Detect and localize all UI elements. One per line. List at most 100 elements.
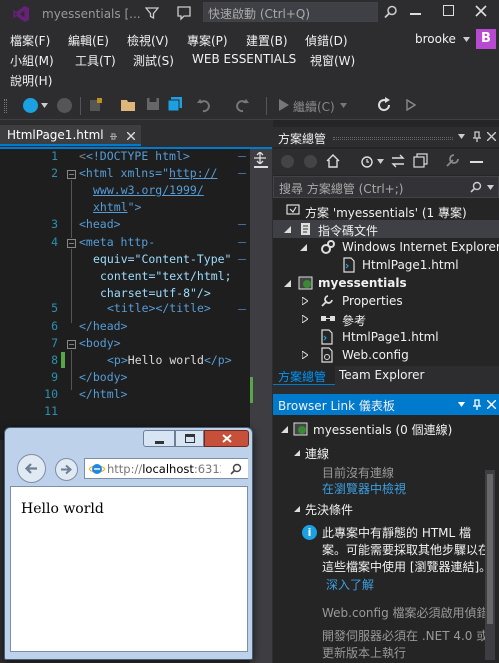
collapse-body-icon[interactable]: − (67, 340, 76, 349)
menu-file[interactable]: 檔案(F) (10, 32, 50, 49)
close-icon[interactable] (487, 132, 496, 141)
menu-window[interactable]: 視窗(W) (310, 52, 355, 69)
continue-dropdown-icon[interactable] (340, 103, 347, 108)
collapsed-arrow-icon[interactable] (302, 297, 308, 305)
panel-dropdown-icon[interactable] (458, 402, 465, 407)
forward-icon[interactable] (304, 155, 317, 168)
new-project-icon[interactable] (88, 97, 104, 113)
close-icon[interactable] (487, 400, 496, 409)
refresh-icon[interactable] (376, 97, 392, 113)
expanded-arrow-icon[interactable] (284, 280, 291, 287)
menu-project[interactable]: 專案(P) (187, 32, 228, 49)
forward-icon[interactable] (57, 98, 72, 113)
pending-changes-icon[interactable] (359, 153, 375, 169)
feedback-icon[interactable] (176, 5, 192, 21)
learn-more-link[interactable]: 深入了解 (326, 576, 374, 593)
search-icon[interactable] (230, 463, 242, 475)
editor-scrollbar[interactable] (250, 149, 272, 663)
home-icon[interactable] (325, 153, 341, 169)
sync-icon[interactable] (390, 153, 406, 169)
preview-icon[interactable] (470, 161, 483, 163)
pin-icon[interactable] (472, 399, 482, 411)
expanded-arrow-icon[interactable] (294, 506, 300, 512)
tree-item-project[interactable]: myessentials (273, 274, 499, 292)
tree-item-webconfig[interactable]: Web.config (273, 346, 499, 364)
browser-link-project[interactable]: myessentials (0 個連線) (273, 420, 499, 438)
properties-icon[interactable] (445, 153, 460, 168)
tab-team-explorer[interactable]: Team Explorer (335, 366, 499, 385)
tree-item-htmlpage-child[interactable]: HtmlPage1.html (273, 256, 499, 274)
expanded-arrow-icon[interactable] (281, 426, 288, 433)
browser-address-bar[interactable]: http://localhost:6312 (84, 458, 248, 479)
menu-edit[interactable]: 編輯(E) (68, 32, 109, 49)
collapse-html-icon[interactable]: − (67, 170, 76, 179)
save-all-icon[interactable] (167, 96, 183, 112)
tree-item-properties[interactable]: Properties (273, 292, 499, 310)
search-icon[interactable] (384, 5, 398, 19)
pending-dropdown-icon[interactable] (377, 159, 384, 164)
solution-search-input[interactable]: 搜尋 方案總管 (Ctrl+;) (273, 176, 499, 198)
expanded-arrow-icon[interactable] (284, 226, 291, 233)
collapsed-arrow-icon[interactable] (302, 351, 308, 359)
minimize-button[interactable] (410, 13, 421, 15)
collapsed-arrow-icon[interactable] (302, 315, 308, 323)
split-icon[interactable] (254, 152, 266, 164)
continue-button[interactable]: 繼續(C) (293, 98, 335, 115)
browser-forward-button[interactable] (55, 458, 78, 481)
play-icon[interactable] (278, 98, 290, 112)
menu-bar: 檔案(F) 編輯(E) 檢視(V) 專案(P) 建置(B) 偵錯(D) broo… (0, 28, 499, 92)
open-folder-icon[interactable] (120, 97, 138, 113)
browser-minimize-button[interactable] (143, 430, 175, 447)
browser-link-scrollbar[interactable] (485, 470, 495, 660)
back-icon[interactable] (23, 98, 38, 113)
section-prerequisites[interactable]: 先決條件 (273, 500, 499, 518)
menu-tools[interactable]: 工具(T) (75, 52, 116, 69)
browser-close-button[interactable] (204, 430, 249, 447)
menu-view[interactable]: 檢視(V) (127, 32, 169, 49)
collapse-head-icon[interactable]: − (67, 239, 76, 248)
tree-item-solution[interactable]: 方案 'myessentials' (1 專案) (273, 202, 499, 220)
filter-icon[interactable] (145, 6, 159, 20)
pin-icon[interactable] (109, 132, 118, 141)
undo-icon[interactable] (197, 97, 213, 113)
step-icon[interactable] (406, 99, 416, 111)
close-icon[interactable] (475, 5, 487, 17)
panel-dropdown-icon[interactable] (458, 134, 465, 139)
menu-build[interactable]: 建置(B) (246, 32, 288, 49)
tree-item-scripts[interactable]: 指令碼文件 (273, 220, 499, 238)
tab-close-icon[interactable] (127, 132, 135, 140)
browser-content[interactable]: Hello world (10, 486, 248, 652)
tree-item-references[interactable]: 參考 (273, 310, 499, 328)
back-dropdown-icon[interactable] (41, 103, 48, 108)
splitter-bar[interactable] (254, 166, 268, 168)
browser-back-button[interactable] (17, 454, 46, 483)
search-icon[interactable] (470, 181, 482, 193)
back-icon[interactable] (281, 155, 294, 168)
user-name[interactable]: brooke (415, 32, 456, 46)
pin-icon[interactable] (472, 131, 482, 143)
tree-item-ie[interactable]: Windows Internet Explorer (273, 238, 499, 256)
save-icon[interactable] (146, 97, 160, 111)
view-in-browser-link[interactable]: 在瀏覽器中檢視 (322, 480, 406, 497)
browser-maximize-button[interactable] (175, 430, 204, 447)
collapse-all-icon[interactable] (413, 153, 429, 169)
restore-button[interactable] (443, 5, 454, 16)
tree-item-htmlpage[interactable]: HtmlPage1.html (273, 328, 499, 346)
expanded-arrow-icon[interactable] (294, 450, 300, 456)
menu-test[interactable]: 測試(S) (133, 52, 174, 69)
menu-web-essentials[interactable]: WEB ESSENTIALS (192, 52, 296, 66)
search-dropdown-icon[interactable] (487, 185, 494, 190)
quick-launch-input[interactable]: 快速啟動 (Ctrl+Q) (203, 2, 378, 22)
expanded-arrow-icon[interactable] (300, 244, 307, 251)
menu-help[interactable]: 說明(H) (10, 72, 52, 89)
menu-debug[interactable]: 偵錯(D) (305, 32, 348, 49)
tab-htmlpage1[interactable]: HtmlPage1.html (0, 125, 141, 146)
redo-icon[interactable] (233, 97, 249, 113)
scrollbar-thumb[interactable] (487, 474, 493, 624)
menu-team[interactable]: 小組(M) (10, 52, 54, 69)
section-connections[interactable]: 連線 (273, 444, 499, 462)
code-editor[interactable]: 1 2 3 4 5 6 7 8 9 10 11 − − − <<!DOCTYPE… (0, 149, 250, 440)
avatar[interactable]: B (476, 29, 496, 49)
user-dropdown-icon[interactable] (463, 37, 470, 42)
tab-solution-explorer[interactable]: 方案總管 (273, 366, 335, 385)
